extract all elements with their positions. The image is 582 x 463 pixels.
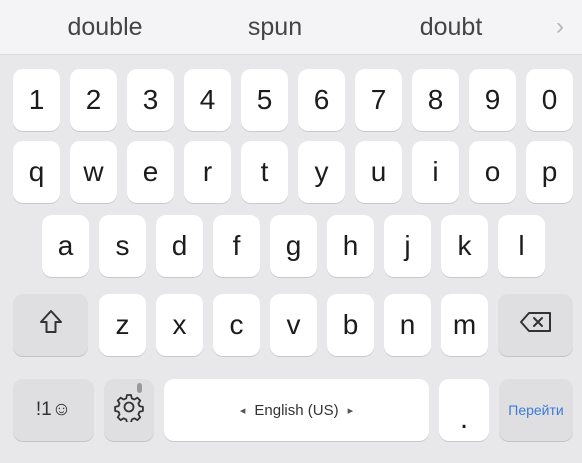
key-b[interactable]: b (327, 294, 374, 356)
key-g[interactable]: g (270, 215, 317, 277)
key-t[interactable]: t (241, 141, 288, 203)
key-y[interactable]: y (298, 141, 345, 203)
key-p[interactable]: p (526, 141, 573, 203)
key-q[interactable]: q (13, 141, 60, 203)
key-o[interactable]: o (469, 141, 516, 203)
key-a[interactable]: a (42, 215, 89, 277)
settings-key[interactable] (104, 379, 154, 441)
key-e[interactable]: e (127, 141, 174, 203)
backspace-key[interactable] (498, 294, 573, 356)
language-next-icon: ▸ (347, 404, 354, 417)
shift-key[interactable] (13, 294, 88, 356)
key-7[interactable]: 7 (355, 69, 402, 131)
language-prev-icon: ◂ (239, 404, 246, 417)
key-1[interactable]: 1 (13, 69, 60, 131)
key-l[interactable]: l (498, 215, 545, 277)
key-0[interactable]: 0 (526, 69, 573, 131)
key-4[interactable]: 4 (184, 69, 231, 131)
key-i[interactable]: i (412, 141, 459, 203)
key-m[interactable]: m (441, 294, 488, 356)
key-r[interactable]: r (184, 141, 231, 203)
symbols-key[interactable]: !1☺ (13, 379, 94, 441)
suggestion-2[interactable]: spun (210, 0, 340, 54)
key-f[interactable]: f (213, 215, 260, 277)
gear-icon (114, 392, 144, 429)
key-v[interactable]: v (270, 294, 317, 356)
period-key[interactable]: . (439, 379, 489, 441)
suggestions-expand-icon[interactable]: › (556, 0, 564, 54)
key-j[interactable]: j (384, 215, 431, 277)
key-w[interactable]: w (70, 141, 117, 203)
key-z[interactable]: z (99, 294, 146, 356)
shift-icon (38, 308, 64, 343)
key-c[interactable]: c (213, 294, 260, 356)
period-label: . (459, 402, 469, 435)
key-3[interactable]: 3 (127, 69, 174, 131)
mic-indicator-icon (137, 383, 142, 393)
space-language-label: English (US) (254, 401, 339, 419)
key-2[interactable]: 2 (70, 69, 117, 131)
space-key[interactable]: ◂ English (US) ▸ (164, 379, 429, 441)
key-h[interactable]: h (327, 215, 374, 277)
key-5[interactable]: 5 (241, 69, 288, 131)
suggestion-bar: double spun doubt › (0, 0, 582, 55)
key-k[interactable]: k (441, 215, 488, 277)
key-d[interactable]: d (156, 215, 203, 277)
suggestion-1[interactable]: double (40, 0, 170, 54)
go-key[interactable]: Перейти (499, 379, 573, 441)
symbols-label: !1☺ (35, 399, 72, 420)
key-x[interactable]: x (156, 294, 203, 356)
key-s[interactable]: s (99, 215, 146, 277)
key-6[interactable]: 6 (298, 69, 345, 131)
key-n[interactable]: n (384, 294, 431, 356)
key-9[interactable]: 9 (469, 69, 516, 131)
backspace-icon (519, 309, 553, 341)
go-label: Перейти (508, 402, 564, 418)
suggestion-3[interactable]: doubt (386, 0, 516, 54)
key-8[interactable]: 8 (412, 69, 459, 131)
key-u[interactable]: u (355, 141, 402, 203)
